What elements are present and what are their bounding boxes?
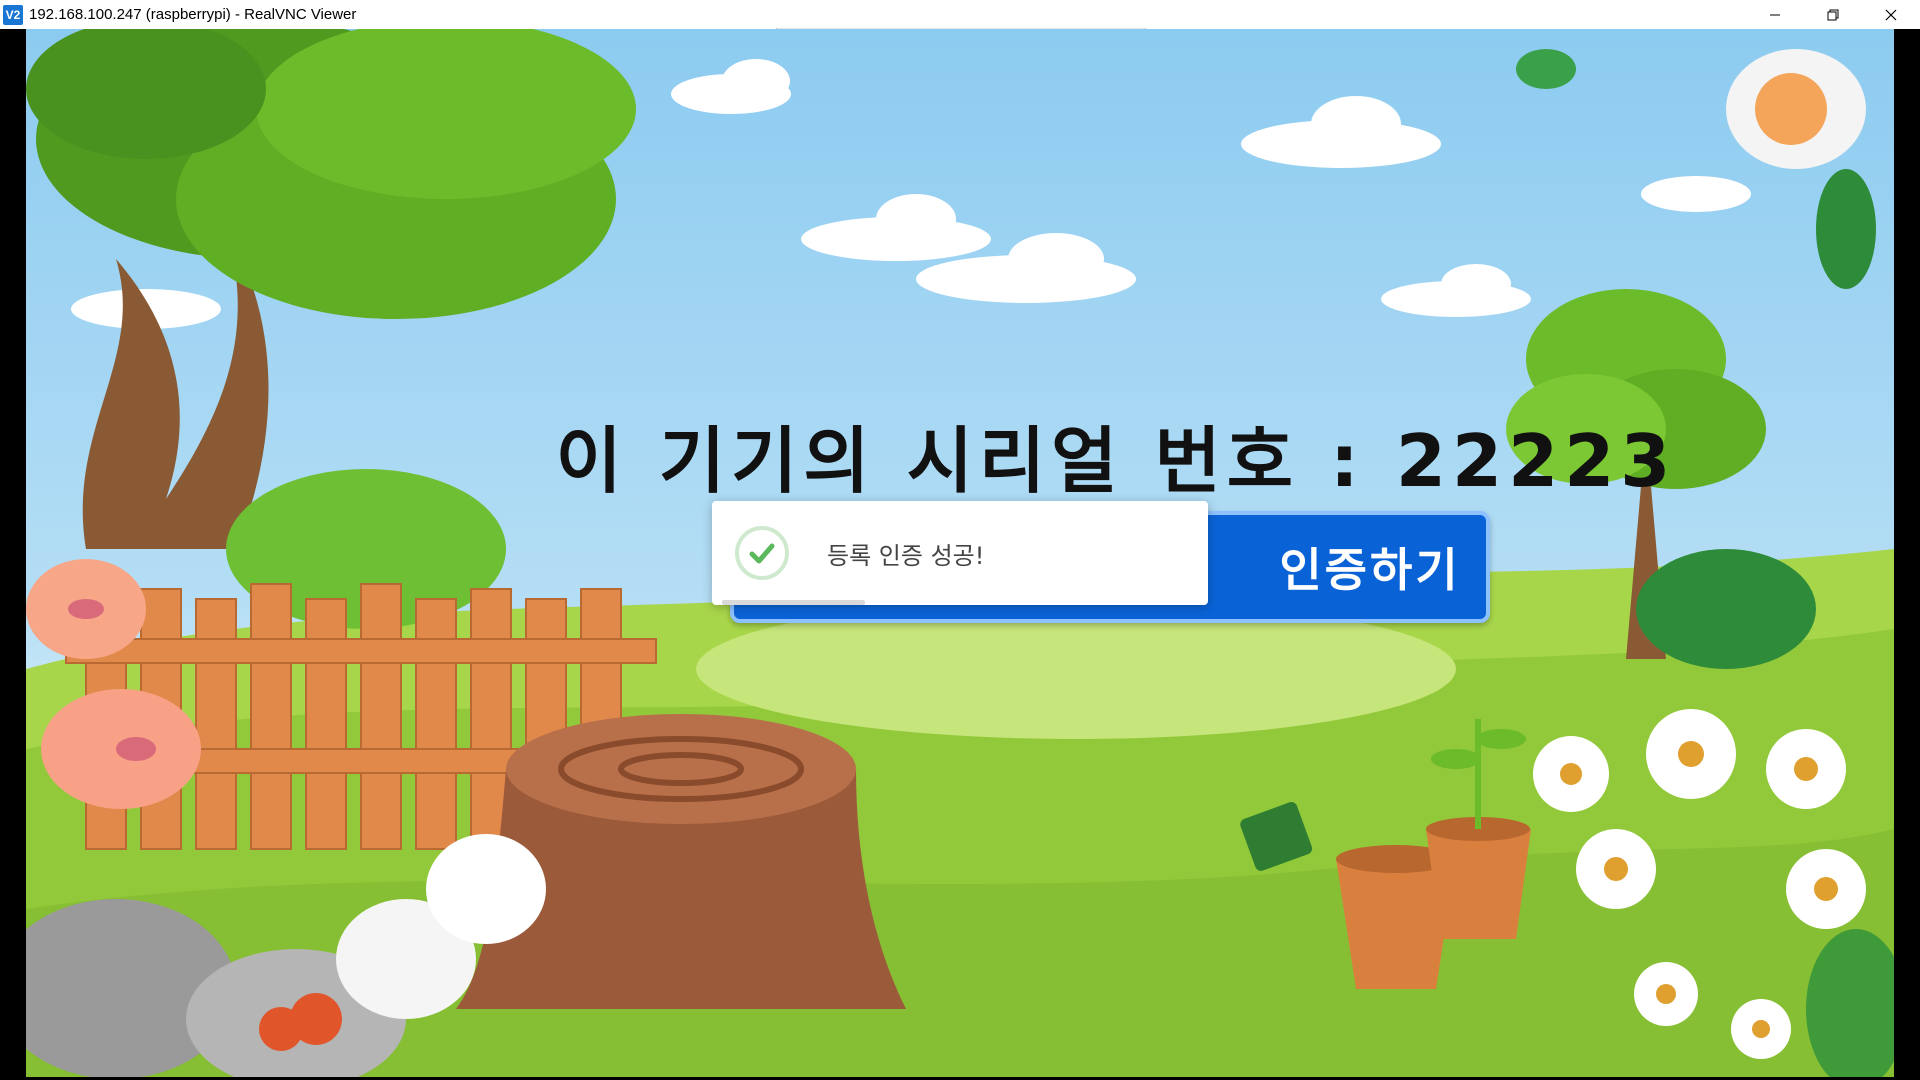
top-right-flower: [1516, 49, 1876, 289]
close-icon: [1885, 9, 1897, 20]
minimize-button[interactable]: [1746, 0, 1804, 29]
right-letterbox: [1894, 29, 1920, 1080]
check-circle-icon: [735, 526, 789, 580]
close-button[interactable]: [1862, 0, 1920, 29]
title-bar[interactable]: V2 192.168.100.247 (raspberrypi) - RealV…: [0, 0, 1920, 29]
toast-progress-bar: [722, 600, 865, 605]
toast-message: 등록 인증 성공!: [827, 541, 985, 570]
serial-number-heading: 이 기기의 시리얼 번호 : 22223: [555, 418, 1677, 503]
success-toast[interactable]: 등록 인증 성공!: [712, 501, 1208, 605]
window-title: 192.168.100.247 (raspberrypi) - RealVNC …: [29, 6, 357, 23]
restore-icon: [1827, 9, 1839, 20]
left-tree: [26, 29, 636, 549]
vnc-viewer-window: V2 192.168.100.247 (raspberrypi) - RealV…: [0, 0, 1920, 1080]
restore-button[interactable]: [1804, 0, 1862, 29]
realvnc-app-icon: V2: [3, 4, 23, 25]
authenticate-button-label: 인증하기: [1279, 543, 1461, 597]
remote-screen[interactable]: 이 기기의 시리얼 번호 : 22223 인증하기 등록 인증 성공!: [26, 29, 1894, 1077]
left-letterbox: [0, 29, 26, 1080]
minimize-icon: [1770, 14, 1780, 15]
